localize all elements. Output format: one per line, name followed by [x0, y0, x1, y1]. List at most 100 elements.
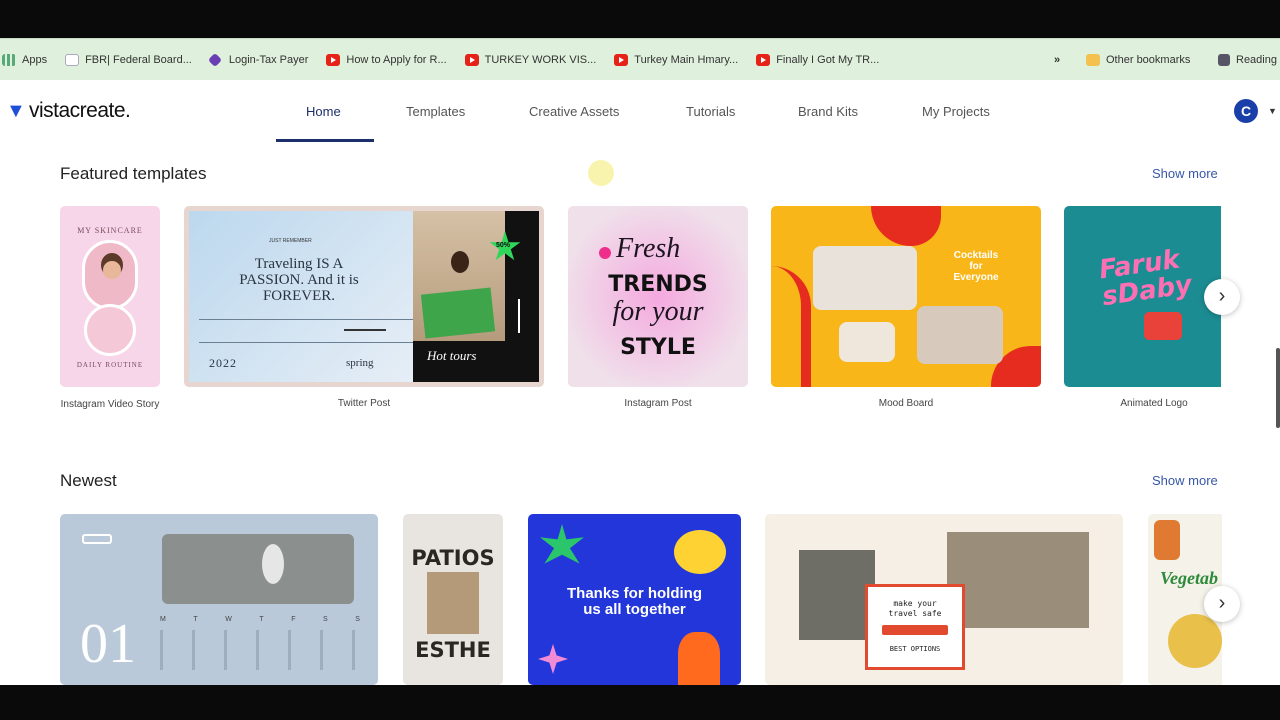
- template-calendar[interactable]: 01 M T W T F S S: [60, 514, 378, 685]
- bookmark-reading-list[interactable]: Reading: [1218, 53, 1277, 66]
- featured-title: Featured templates: [60, 164, 207, 183]
- bookmarks-overflow-icon[interactable]: »: [1054, 54, 1060, 66]
- travel-card: make your travel safe BEST OPTIONS: [865, 584, 965, 670]
- page-scrollbar[interactable]: [1276, 348, 1280, 428]
- season-text: spring: [346, 357, 374, 369]
- calendar-weekdays: M T W T F S S: [160, 616, 360, 623]
- year-text: 2022: [209, 356, 237, 370]
- thanks-line: Thanks for holding: [567, 585, 702, 602]
- youtube-icon: [464, 53, 479, 66]
- mood-line: Everyone: [953, 272, 999, 283]
- weekday: S: [323, 616, 328, 623]
- traveler-photo: 50% Hot tours: [413, 211, 539, 382]
- featured-next-arrow-icon[interactable]: ›: [1204, 279, 1240, 315]
- patio-photo: [427, 572, 479, 634]
- bookmark-login[interactable]: Login-Tax Payer: [207, 52, 309, 67]
- page-icon: [65, 53, 80, 66]
- vistacreate-logo[interactable]: ▼ vistacreate.: [6, 99, 131, 123]
- featured-show-more[interactable]: Show more: [1152, 166, 1218, 181]
- trends-text: TRENDS: [608, 272, 708, 297]
- headline-line: FOREVER.: [262, 288, 336, 304]
- product-photo: [84, 304, 136, 356]
- video-bottom-bar: [0, 685, 1280, 720]
- template-mood-board[interactable]: Cocktails for Everyone: [771, 206, 1041, 387]
- newest-next-arrow-icon[interactable]: ›: [1204, 586, 1240, 622]
- mood-photo: [917, 306, 1003, 364]
- bookmark-fbr[interactable]: FBR| Federal Board...: [65, 53, 192, 66]
- weekday: T: [193, 616, 198, 623]
- bookmark-video-3[interactable]: Turkey Main Hmary...: [614, 53, 739, 66]
- headline-line: Traveling IS A: [254, 256, 344, 272]
- portrait-photo: [82, 240, 138, 310]
- patios-line-1: PATIOS: [411, 546, 495, 570]
- twitter-headline: Traveling IS A PASSION. And it is FOREVE…: [199, 256, 399, 304]
- folder-icon: [1086, 53, 1100, 66]
- chevron-down-icon[interactable]: ▼: [1268, 106, 1277, 116]
- bookmark-label: Other bookmarks: [1106, 53, 1191, 66]
- headline-line: PASSION. And it is: [239, 272, 359, 288]
- caption-instagram-post: Instagram Post: [624, 398, 692, 409]
- nav-tutorials[interactable]: Tutorials: [686, 104, 735, 119]
- mood-photo: [839, 322, 895, 362]
- apps-icon: [2, 53, 16, 66]
- bookmark-label: Turkey Main Hmary...: [634, 53, 739, 66]
- template-thanks[interactable]: Thanks for holding us all together: [528, 514, 741, 685]
- newest-show-more[interactable]: Show more: [1152, 473, 1218, 488]
- nav-my-projects[interactable]: My Projects: [922, 104, 990, 119]
- travel-photo: [947, 532, 1089, 628]
- caption-twitter-post: Twitter Post: [337, 398, 391, 409]
- badge-text: 50%: [496, 242, 511, 249]
- bookmark-label: Reading: [1236, 53, 1277, 66]
- youtube-icon: [756, 53, 771, 66]
- travel-line: travel safe: [888, 609, 942, 618]
- template-travel-safe[interactable]: make your travel safe BEST OPTIONS: [765, 514, 1123, 685]
- nav-creative-assets[interactable]: Creative Assets: [529, 104, 619, 119]
- travel-button-text: BEST OPTIONS: [889, 645, 941, 653]
- template-animated-logo[interactable]: Faruk sDaby: [1064, 206, 1221, 387]
- avatar[interactable]: C: [1234, 99, 1258, 123]
- kicker-text: JUST REMEMBER: [269, 238, 312, 244]
- bookmark-label: Apps: [22, 53, 48, 66]
- youtube-icon: [326, 53, 341, 66]
- bookmark-label: FBR| Federal Board...: [85, 53, 192, 66]
- bookmark-other[interactable]: Other bookmarks: [1086, 53, 1191, 66]
- thanks-headline: Thanks for holding us all together: [528, 586, 741, 618]
- youtube-icon: [614, 53, 629, 66]
- weekday: T: [259, 616, 264, 623]
- bookmark-label: Login-Tax Payer: [228, 53, 309, 66]
- travel-photo: [799, 550, 875, 640]
- template-patios[interactable]: PATIOS BE ST ESTHE: [403, 514, 503, 685]
- style-text: STYLE: [620, 335, 696, 360]
- reading-list-icon: [1218, 53, 1230, 66]
- logo-text: vistacreate.: [29, 99, 131, 122]
- tag-text: Hot tours: [427, 348, 477, 363]
- newest-title: Newest: [60, 471, 117, 490]
- nav-templates[interactable]: Templates: [406, 104, 465, 119]
- nav-home[interactable]: Home: [306, 104, 341, 119]
- bookmark-video-1[interactable]: How to Apply for R...: [326, 53, 447, 66]
- caption-animated-logo: Animated Logo: [1120, 398, 1188, 409]
- mood-line: Cocktails: [953, 250, 999, 261]
- weekday: M: [160, 616, 166, 623]
- cursor-highlight: [588, 160, 614, 186]
- bookmark-video-4[interactable]: Finally I Got My TR...: [756, 53, 880, 66]
- story-bottom-text: DAILY ROUTINE: [76, 361, 144, 369]
- patios-line-3: ESTHE: [415, 638, 491, 662]
- bookmark-apps[interactable]: Apps: [2, 53, 48, 66]
- weekday: F: [291, 616, 296, 623]
- mood-line: for: [969, 261, 983, 272]
- fresh-text: Fresh: [616, 233, 681, 264]
- template-twitter-post[interactable]: JUST REMEMBER Traveling IS A PASSION. An…: [184, 206, 544, 387]
- caption-instagram-video-story: Instagram Video Story: [60, 399, 160, 410]
- nav-brand-kits[interactable]: Brand Kits: [798, 104, 858, 119]
- bookmark-video-2[interactable]: TURKEY WORK VIS...: [464, 53, 597, 66]
- travel-line: make your: [893, 599, 937, 608]
- template-instagram-post[interactable]: Fresh TRENDS for your STYLE: [568, 206, 748, 387]
- bookmark-label: Finally I Got My TR...: [776, 53, 880, 66]
- vegetables-text: Vegetab: [1160, 568, 1218, 588]
- bookmark-label: TURKEY WORK VIS...: [484, 53, 597, 66]
- template-instagram-story[interactable]: MY SKINCARE DAILY ROUTINE: [60, 206, 160, 387]
- mood-photo: [813, 246, 917, 310]
- thanks-line: us all together: [583, 601, 686, 618]
- weekday: W: [225, 616, 232, 623]
